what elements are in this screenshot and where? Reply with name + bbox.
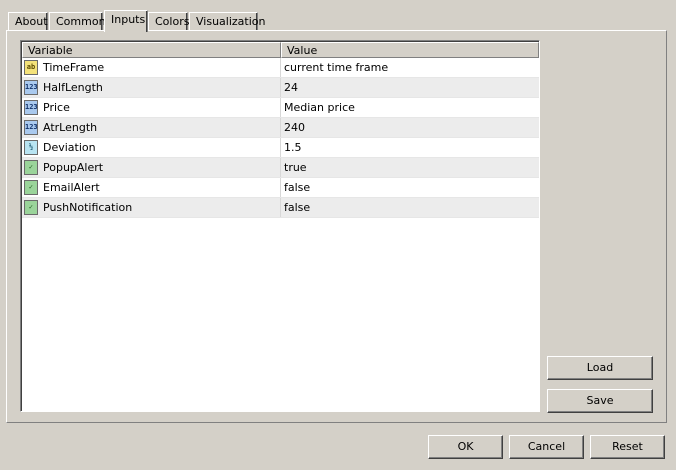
variable-cell: ✓ PushNotification: [22, 198, 281, 218]
bool-type-icon: ✓: [24, 200, 38, 215]
variable-cell: 123 Price: [22, 98, 281, 118]
string-type-icon: ab: [24, 60, 38, 75]
variable-name: PopupAlert: [43, 161, 104, 174]
table-row[interactable]: 123 Price Median price: [22, 98, 539, 118]
value-cell[interactable]: true: [281, 158, 539, 178]
variable-name: PushNotification: [43, 201, 133, 214]
ok-button[interactable]: OK: [428, 435, 503, 459]
value-cell[interactable]: current time frame: [281, 58, 539, 78]
variable-cell: ✓ EmailAlert: [22, 178, 281, 198]
variable-name: TimeFrame: [43, 61, 105, 74]
load-button[interactable]: Load: [547, 356, 653, 380]
bool-type-icon: ✓: [24, 160, 38, 175]
grid-header: Variable Value: [22, 42, 539, 58]
table-row[interactable]: ✓ PushNotification false: [22, 198, 539, 218]
variable-name: EmailAlert: [43, 181, 100, 194]
variable-cell: 123 AtrLength: [22, 118, 281, 138]
variable-name: HalfLength: [43, 81, 103, 94]
tab-inputs[interactable]: Inputs: [104, 10, 148, 32]
value-cell[interactable]: 240: [281, 118, 539, 138]
column-header-variable[interactable]: Variable: [22, 42, 281, 58]
table-row[interactable]: ✓ PopupAlert true: [22, 158, 539, 178]
variable-cell: ✓ PopupAlert: [22, 158, 281, 178]
integer-type-icon: 123: [24, 100, 38, 115]
table-row[interactable]: 123 AtrLength 240: [22, 118, 539, 138]
variable-name: AtrLength: [43, 121, 98, 134]
table-row[interactable]: ✓ EmailAlert false: [22, 178, 539, 198]
tab-colors[interactable]: Colors: [148, 12, 189, 31]
variable-name: Deviation: [43, 141, 96, 154]
reset-button[interactable]: Reset: [590, 435, 665, 459]
value-cell[interactable]: Median price: [281, 98, 539, 118]
variable-cell: ab TimeFrame: [22, 58, 281, 78]
save-button[interactable]: Save: [547, 389, 653, 413]
tab-about[interactable]: About: [8, 12, 48, 31]
value-cell[interactable]: false: [281, 198, 539, 218]
tab-common[interactable]: Common: [49, 12, 106, 31]
table-row[interactable]: ab TimeFrame current time frame: [22, 58, 539, 78]
integer-type-icon: 123: [24, 120, 38, 135]
table-row[interactable]: ½ Deviation 1.5: [22, 138, 539, 158]
double-type-icon: ½: [24, 140, 38, 155]
variable-cell: ½ Deviation: [22, 138, 281, 158]
integer-type-icon: 123: [24, 80, 38, 95]
value-cell[interactable]: 24: [281, 78, 539, 98]
bool-type-icon: ✓: [24, 180, 38, 195]
cancel-button[interactable]: Cancel: [509, 435, 584, 459]
variable-cell: 123 HalfLength: [22, 78, 281, 98]
value-cell[interactable]: 1.5: [281, 138, 539, 158]
inputs-grid[interactable]: Variable Value ab TimeFrame current time…: [20, 40, 540, 412]
tab-visualization[interactable]: Visualization: [189, 12, 265, 31]
variable-name: Price: [43, 101, 70, 114]
table-row[interactable]: 123 HalfLength 24: [22, 78, 539, 98]
value-cell[interactable]: false: [281, 178, 539, 198]
column-header-value[interactable]: Value: [281, 42, 539, 58]
